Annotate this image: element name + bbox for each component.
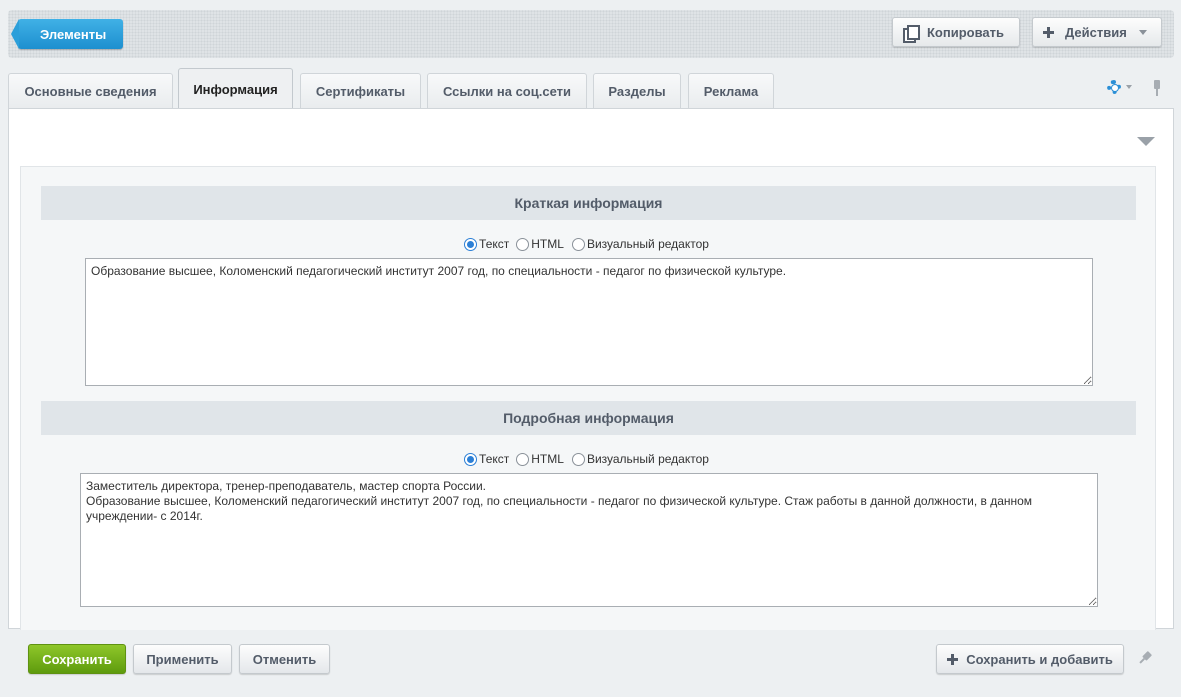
tab-certificates[interactable]: Сертификаты <box>300 73 421 108</box>
apply-label: Применить <box>146 651 219 667</box>
radio-icon[interactable] <box>516 237 530 251</box>
short-info-header: Краткая информация <box>41 186 1136 220</box>
plus-icon <box>947 653 959 665</box>
radio-label: Текст <box>479 452 510 466</box>
detail-info-textarea[interactable]: Заместитель директора, тренер-преподават… <box>80 473 1098 607</box>
radio-label: Текст <box>479 237 510 251</box>
save-button[interactable]: Сохранить <box>28 644 126 674</box>
chevron-down-icon <box>1138 29 1147 35</box>
tab-label: Разделы <box>608 83 666 99</box>
tab-label: Реклама <box>703 83 759 99</box>
radio-checked-icon[interactable] <box>464 452 478 466</box>
tab-information[interactable]: Информация <box>178 68 293 109</box>
short-info-textarea[interactable]: Образование высшее, Коломенский педагоги… <box>85 258 1093 386</box>
gear-icon[interactable] <box>1107 80 1121 94</box>
detail-info-format-html[interactable]: HTML <box>516 452 564 466</box>
form-content: Краткая информация Текст HTML Визуальный… <box>20 166 1156 630</box>
actions-label: Действия <box>1065 24 1127 40</box>
detail-info-title: Подробная информация <box>503 410 674 426</box>
cancel-label: Отменить <box>252 651 317 667</box>
tab-label: Основные сведения <box>24 83 157 99</box>
short-info-format-text[interactable]: Текст <box>464 237 509 251</box>
tab-label: Ссылки на соц.сети <box>442 83 572 99</box>
copy-button[interactable]: Копировать <box>892 17 1020 47</box>
actions-dropdown-button[interactable]: Действия <box>1032 17 1162 47</box>
detail-info-format-visual[interactable]: Визуальный редактор <box>571 452 709 466</box>
pin-icon[interactable] <box>1135 648 1155 668</box>
triangle-down-icon[interactable] <box>1137 137 1155 146</box>
save-label: Сохранить <box>42 651 112 667</box>
save-and-add-button[interactable]: Сохранить и добавить <box>936 644 1124 674</box>
tab-settings-menu[interactable] <box>1107 80 1132 94</box>
short-info-format-html[interactable]: HTML <box>516 237 564 251</box>
copy-icon <box>903 24 920 43</box>
elements-back-button[interactable]: Элементы <box>11 19 123 49</box>
tab-social-links[interactable]: Ссылки на соц.сети <box>427 73 587 108</box>
pin-icon[interactable] <box>1152 80 1162 96</box>
radio-label: HTML <box>531 452 564 466</box>
top-toolbar: Элементы Копировать Действия <box>8 10 1174 58</box>
detail-info-format-text[interactable]: Текст <box>464 452 509 466</box>
chevron-down-icon <box>1126 85 1132 89</box>
radio-icon[interactable] <box>571 452 585 466</box>
cancel-button[interactable]: Отменить <box>239 644 330 674</box>
short-info-format-selector: Текст HTML Визуальный редактор <box>21 237 1155 251</box>
apply-button[interactable]: Применить <box>133 644 232 674</box>
radio-label: HTML <box>531 237 564 251</box>
radio-label: Визуальный редактор <box>586 237 709 251</box>
detail-info-header: Подробная информация <box>41 401 1136 435</box>
elements-back-label: Элементы <box>40 26 107 42</box>
form-panel: Краткая информация Текст HTML Визуальный… <box>8 108 1174 630</box>
radio-checked-icon[interactable] <box>464 237 478 251</box>
radio-icon[interactable] <box>516 452 530 466</box>
radio-label: Визуальный редактор <box>586 452 709 466</box>
save-and-add-label: Сохранить и добавить <box>966 651 1113 667</box>
radio-icon[interactable] <box>571 237 585 251</box>
plus-icon <box>1043 26 1054 38</box>
short-info-format-visual[interactable]: Визуальный редактор <box>571 237 709 251</box>
tab-main-info[interactable]: Основные сведения <box>8 73 173 108</box>
tab-label: Информация <box>193 81 278 97</box>
short-info-title: Краткая информация <box>514 195 663 211</box>
tab-sections[interactable]: Разделы <box>593 73 681 108</box>
tab-advertising[interactable]: Реклама <box>688 73 774 108</box>
tab-label: Сертификаты <box>315 83 406 99</box>
copy-label: Копировать <box>927 24 1005 40</box>
detail-info-format-selector: Текст HTML Визуальный редактор <box>21 452 1155 466</box>
